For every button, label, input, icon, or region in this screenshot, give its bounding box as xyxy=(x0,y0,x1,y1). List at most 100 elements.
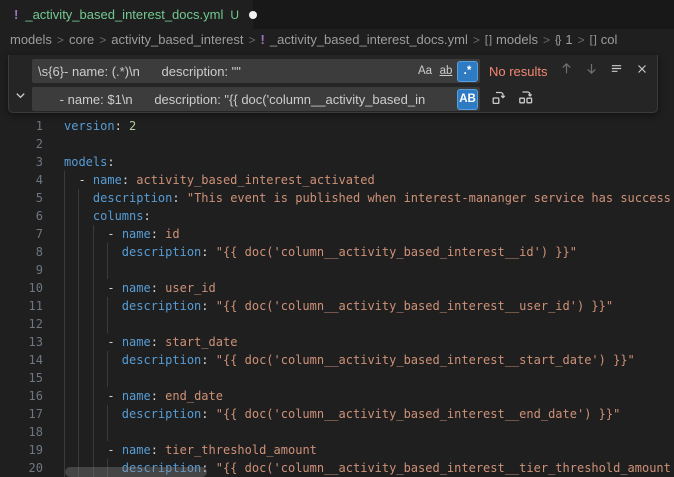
tab-active-file[interactable]: ! _activity_based_interest_docs.yml U xyxy=(0,0,253,29)
line-number: 3 xyxy=(0,153,43,171)
breadcrumb-separator-icon: > xyxy=(57,33,64,47)
token-str: "{{ doc('column__activity_based_interest… xyxy=(216,299,613,313)
token-pun: - xyxy=(107,389,121,403)
find-input[interactable] xyxy=(32,59,414,83)
indent-guide xyxy=(93,387,94,405)
indent-guide xyxy=(93,405,94,423)
breadcrumb-item-_activity_based_interest_docs.yml[interactable]: !_activity_based_interest_docs.yml xyxy=(261,32,468,47)
breadcrumb-item-1[interactable]: {}1 xyxy=(555,32,573,47)
indent-guide xyxy=(93,315,94,333)
selection-icon xyxy=(609,61,624,81)
line-content: - name: start_date xyxy=(64,333,674,351)
token-pun: : xyxy=(151,335,165,349)
breadcrumb-item-col[interactable]: [ ]col xyxy=(590,32,618,47)
preserve-case-button[interactable]: AB xyxy=(457,89,478,110)
code-line[interactable]: 8 description: "{{ doc('column__activity… xyxy=(0,243,674,261)
replace-input-box: AB xyxy=(32,87,480,111)
indent-guide xyxy=(93,351,94,369)
line-number: 11 xyxy=(0,297,43,315)
indent-guide xyxy=(107,261,108,279)
breadcrumb-item-core[interactable]: core xyxy=(69,32,94,47)
code-line[interactable]: 3models: xyxy=(0,153,674,171)
code-line[interactable]: 17 description: "{{ doc('column__activit… xyxy=(0,405,674,423)
replace-button[interactable] xyxy=(488,89,509,110)
line-number: 2 xyxy=(0,135,43,153)
match-case-button[interactable]: Aa xyxy=(415,61,435,81)
breadcrumb-separator-icon: > xyxy=(578,33,585,47)
token-str: activity_based_interest_activated xyxy=(136,173,374,187)
previous-match-button[interactable] xyxy=(556,61,577,82)
token-pun: : xyxy=(151,389,165,403)
toggle-replace-button[interactable] xyxy=(9,55,32,112)
code-line[interactable]: 6 columns: xyxy=(0,207,674,225)
line-content: version: 2 xyxy=(64,117,674,135)
code-line[interactable]: 18 xyxy=(0,423,674,441)
code-line[interactable]: 14 description: "{{ doc('column__activit… xyxy=(0,351,674,369)
token-pun: : xyxy=(115,119,129,133)
code-line[interactable]: 13 - name: start_date xyxy=(0,333,674,351)
breadcrumb-separator-icon: > xyxy=(249,33,256,47)
indent-guide xyxy=(78,243,79,261)
indent-guide xyxy=(93,243,94,261)
find-row: Aa ab .* No results xyxy=(32,59,657,83)
token-key: description xyxy=(122,245,201,259)
breadcrumb-separator-icon: > xyxy=(473,33,480,47)
indent-guide xyxy=(107,423,108,441)
indent-guide xyxy=(64,225,65,243)
breadcrumb-label: activity_based_interest xyxy=(111,32,243,47)
token-pun: : xyxy=(201,245,215,259)
indent-guide xyxy=(107,297,108,315)
token-key: name xyxy=(122,335,151,349)
replace-row: AB xyxy=(32,87,657,111)
token-pln xyxy=(64,227,107,241)
token-pun: : xyxy=(122,173,136,187)
code-line[interactable]: 4 - name: activity_based_interest_activa… xyxy=(0,171,674,189)
code-line[interactable]: 5 description: "This event is published … xyxy=(0,189,674,207)
token-str: "{{ doc('column__activity_based_interest… xyxy=(216,245,577,259)
next-match-button[interactable] xyxy=(581,61,602,82)
line-number: 1 xyxy=(0,117,43,135)
breadcrumb-separator-icon: > xyxy=(99,33,106,47)
object-symbol-icon: {} xyxy=(555,34,560,46)
code-line[interactable]: 11 description: "{{ doc('column__activit… xyxy=(0,297,674,315)
code-line[interactable]: 2 xyxy=(0,135,674,153)
indent-guide xyxy=(78,369,79,387)
breadcrumb-item-models[interactable]: models xyxy=(10,32,52,47)
code-line[interactable]: 7 - name: id xyxy=(0,225,674,243)
code-line[interactable]: 16 - name: end_date xyxy=(0,387,674,405)
arrow-down-icon xyxy=(584,61,599,81)
code-line[interactable]: 15 xyxy=(0,369,674,387)
indent-guide xyxy=(107,369,108,387)
yaml-file-icon: ! xyxy=(14,7,18,22)
code-line[interactable]: 19 - name: tier_threshold_amount xyxy=(0,441,674,459)
code-line[interactable]: 10 - name: user_id xyxy=(0,279,674,297)
editor[interactable]: Aa ab .* No results xyxy=(0,50,674,477)
indent-guide xyxy=(64,351,65,369)
horizontal-scrollbar[interactable] xyxy=(65,467,207,477)
token-key: name xyxy=(122,281,151,295)
token-pun: : xyxy=(201,407,215,421)
indent-guide xyxy=(107,243,108,261)
close-icon xyxy=(635,62,649,81)
breadcrumb-item-activity_based_interest[interactable]: activity_based_interest xyxy=(111,32,243,47)
code-lines: 1 version: 2 23models:4 - name: activity_b… xyxy=(0,50,674,477)
breadcrumb-label: core xyxy=(69,32,94,47)
find-input-box: Aa ab .* xyxy=(32,59,480,83)
find-in-selection-button[interactable] xyxy=(606,61,627,82)
whole-word-button[interactable]: ab xyxy=(436,61,456,81)
code-line[interactable]: 12 xyxy=(0,315,674,333)
indent-guide xyxy=(64,279,65,297)
close-find-widget-button[interactable] xyxy=(631,61,652,82)
replace-input[interactable] xyxy=(32,87,456,111)
token-key: description xyxy=(122,407,201,421)
token-str: "This event is published when interest-m… xyxy=(187,191,671,205)
code-line[interactable]: 9 xyxy=(0,261,674,279)
replace-all-button[interactable] xyxy=(515,89,536,110)
modified-dot-icon[interactable] xyxy=(249,11,257,19)
code-line[interactable]: 1 version: 2 xyxy=(0,117,674,135)
line-number: 10 xyxy=(0,279,43,297)
line-content: - name: id xyxy=(64,225,674,243)
token-key: columns xyxy=(93,209,144,223)
breadcrumb-item-models[interactable]: [ ]models xyxy=(485,32,538,47)
regex-button[interactable]: .* xyxy=(457,61,478,82)
